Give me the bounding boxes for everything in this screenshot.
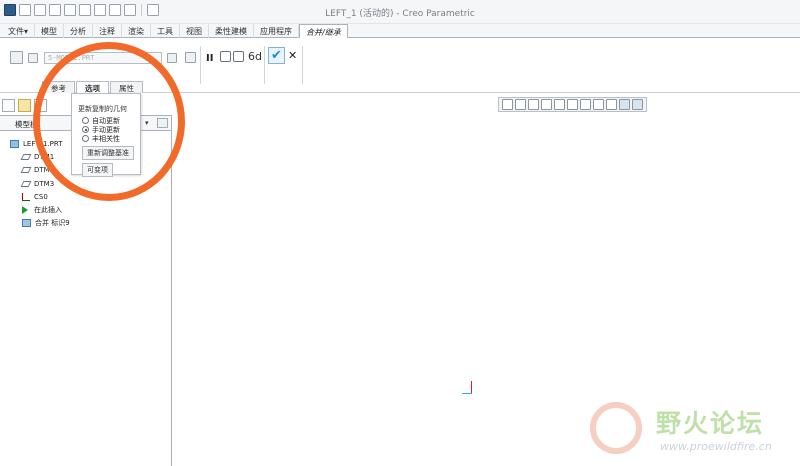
reference-model-icon[interactable] [10, 51, 23, 64]
graphics-toolbar [498, 97, 647, 112]
view-manager-icon[interactable] [580, 99, 591, 110]
tree-node-label: 在此插入 [34, 206, 62, 215]
zoom-out-icon[interactable] [528, 99, 539, 110]
ribbon-separator [200, 46, 201, 84]
saved-views-icon[interactable] [567, 99, 578, 110]
open-reference-icon[interactable] [167, 53, 177, 63]
watermark-logo [590, 402, 642, 454]
refit-icon[interactable] [502, 99, 513, 110]
ribbon-separator [264, 46, 265, 84]
triad-x-axis [462, 393, 472, 394]
tab-view[interactable]: 视图 [180, 24, 210, 38]
perspective-icon[interactable] [593, 99, 604, 110]
insert-here-arrow-icon [22, 206, 28, 215]
tab-file[interactable]: 文件▾ [0, 24, 36, 38]
tab-analysis[interactable]: 分析 [64, 24, 94, 38]
window-title: LEFT_1 (活动的) - Creo Parametric [325, 9, 475, 19]
pause-button[interactable]: II [206, 53, 213, 64]
ribbon-tab-bar: 文件▾ 模型 分析 注释 渲染 工具 视图 柔性建模 应用程序 合并/继承 [0, 24, 800, 39]
tab-render[interactable]: 渲染 [122, 24, 152, 38]
folder-browser-tab-icon[interactable] [18, 99, 31, 112]
datum-plane-icon [20, 153, 32, 160]
annotation-display-icon[interactable] [619, 99, 630, 110]
no-preview-icon[interactable] [220, 51, 231, 62]
ok-button[interactable]: ✔ [268, 47, 285, 64]
tab-annotate[interactable]: 注释 [93, 24, 123, 38]
check-mode-icon[interactable] [233, 51, 244, 62]
display-style-icon[interactable] [554, 99, 565, 110]
placement-icon[interactable] [28, 53, 38, 63]
model-tree-tab-icon[interactable] [2, 99, 15, 112]
tab-applications[interactable]: 应用程序 [254, 24, 300, 38]
tab-model[interactable]: 模型 [35, 24, 65, 38]
tree-node-insert-here[interactable]: 在此插入 [0, 203, 171, 216]
zoom-in-icon[interactable] [515, 99, 526, 110]
coordinate-system-icon [22, 192, 30, 201]
part-icon [10, 139, 19, 148]
datum-plane-icon [20, 167, 32, 174]
spin-center-icon[interactable] [632, 99, 643, 110]
repaint-icon[interactable] [541, 99, 552, 110]
tree-node-label: DTM3 [34, 179, 55, 188]
watermark-text: 野火论坛 [656, 409, 765, 438]
annotation-circle [33, 42, 185, 201]
ribbon-separator [302, 46, 303, 84]
tree-node-label: CS0 [34, 192, 48, 201]
tree-node-merge[interactable]: 合并 标识9 [0, 217, 171, 230]
tree-node-label: 合并 标识9 [35, 219, 70, 228]
datum-display-icon[interactable] [606, 99, 617, 110]
tab-flexible-modeling[interactable]: 柔性建模 [209, 24, 255, 38]
geometry-option-icon[interactable] [185, 52, 196, 63]
merge-feature-icon [22, 219, 31, 228]
preview-glasses-icon[interactable]: 6d [248, 50, 262, 63]
watermark-url: www.proewildfire.cn [660, 440, 772, 453]
datum-plane-icon [20, 180, 32, 187]
cancel-button[interactable]: ✕ [288, 49, 297, 62]
tab-tools[interactable]: 工具 [151, 24, 181, 38]
tab-merge-inheritance[interactable]: 合并/继承 [299, 24, 348, 39]
title-bar: LEFT_1 (活动的) - Creo Parametric [0, 0, 800, 24]
